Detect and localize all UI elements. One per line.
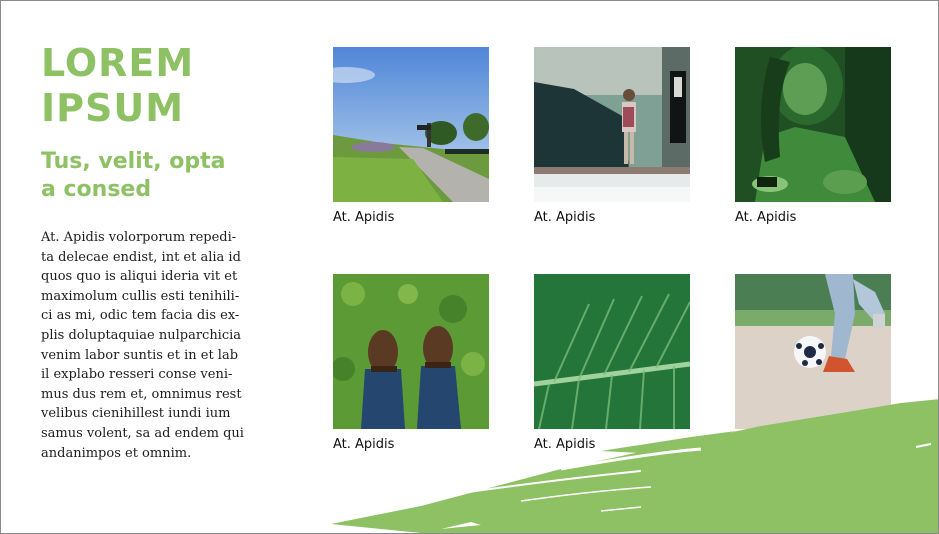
photo-caption: At. Apidis bbox=[333, 437, 395, 452]
wall-person-photo bbox=[534, 47, 690, 202]
feet-grass-photo bbox=[333, 274, 489, 429]
woman-phone-photo bbox=[735, 47, 891, 202]
photo-caption: At. Apidis bbox=[534, 437, 596, 452]
photo-caption: At. Apidis bbox=[534, 210, 596, 225]
page-subtitle: Tus, velit, opta a consed bbox=[41, 149, 226, 202]
body-text: At. Apidis volorporum repedi- ta delecae… bbox=[41, 230, 244, 461]
leaf-photo bbox=[534, 274, 690, 429]
walkway-photo bbox=[333, 47, 489, 202]
photo-caption: At. Apidis bbox=[735, 437, 797, 452]
photo-caption: At. Apidis bbox=[333, 210, 395, 225]
photo-caption: At. Apidis bbox=[735, 210, 797, 225]
page-title: LOREM IPSUM bbox=[41, 41, 195, 130]
page-frame: LOREM IPSUM Tus, velit, opta a consed At… bbox=[0, 0, 939, 534]
soccer-photo bbox=[735, 274, 891, 429]
